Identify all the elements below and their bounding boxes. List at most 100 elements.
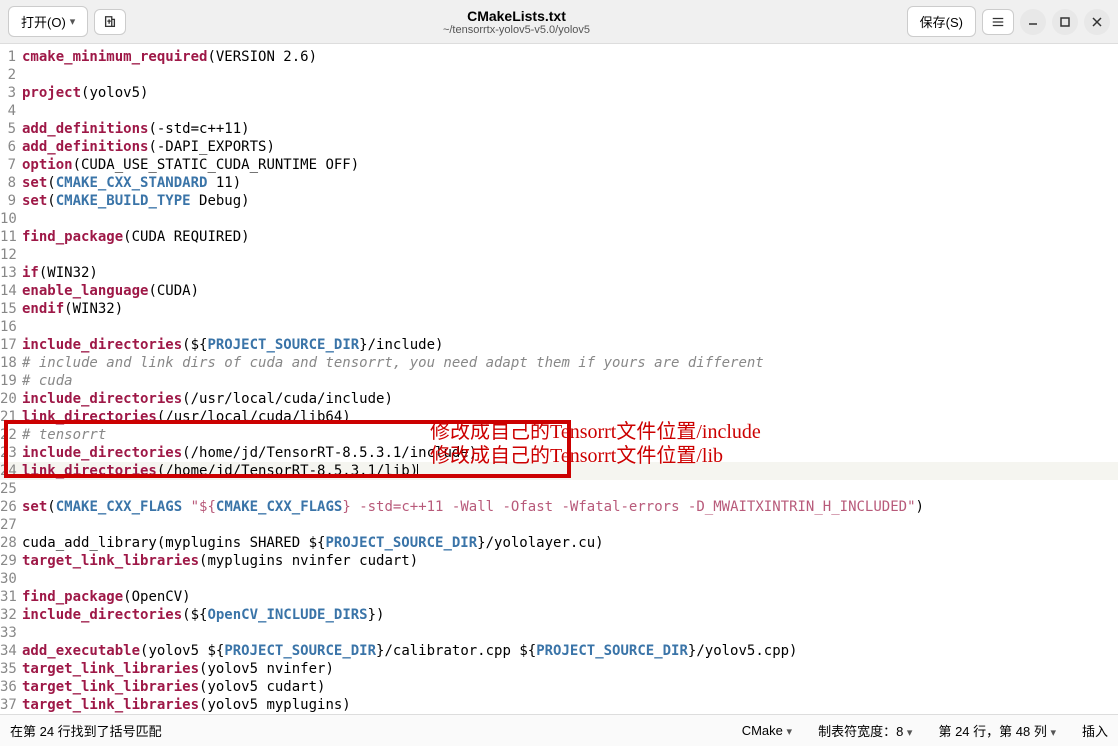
code-line[interactable]: 32include_directories(${OpenCV_INCLUDE_D… bbox=[0, 606, 1118, 624]
status-message: 在第 24 行找到了括号匹配 bbox=[10, 721, 162, 740]
line-number: 37 bbox=[0, 696, 22, 714]
line-code: set(CMAKE_CXX_STANDARD 11) bbox=[22, 174, 1118, 192]
line-code: cuda_add_library(myplugins SHARED ${PROJ… bbox=[22, 534, 1118, 552]
code-line[interactable]: 4 bbox=[0, 102, 1118, 120]
line-code: find_package(OpenCV) bbox=[22, 588, 1118, 606]
line-number: 13 bbox=[0, 264, 22, 282]
code-line[interactable]: 30 bbox=[0, 570, 1118, 588]
line-number: 24 bbox=[0, 462, 22, 480]
new-tab-icon bbox=[103, 15, 117, 29]
statusbar: 在第 24 行找到了括号匹配 CMake ▾ 制表符宽度：8 ▾ 第 24 行，… bbox=[0, 714, 1118, 746]
line-number: 20 bbox=[0, 390, 22, 408]
code-line[interactable]: 36target_link_libraries(yolov5 cudart) bbox=[0, 678, 1118, 696]
new-tab-button[interactable] bbox=[94, 9, 126, 35]
chevron-down-icon: ▾ bbox=[907, 727, 913, 739]
status-tabwidth[interactable]: 制表符宽度：8 ▾ bbox=[818, 721, 912, 740]
code-line[interactable]: 23include_directories(/home/jd/TensorRT-… bbox=[0, 444, 1118, 462]
line-code bbox=[22, 246, 1118, 264]
maximize-button[interactable] bbox=[1052, 9, 1078, 35]
line-code bbox=[22, 210, 1118, 228]
code-line[interactable]: 1cmake_minimum_required(VERSION 2.6) bbox=[0, 48, 1118, 66]
hamburger-icon bbox=[991, 15, 1005, 29]
code-line[interactable]: 34add_executable(yolov5 ${PROJECT_SOURCE… bbox=[0, 642, 1118, 660]
code-line[interactable]: 13if(WIN32) bbox=[0, 264, 1118, 282]
line-code bbox=[22, 516, 1118, 534]
code-line[interactable]: 7option(CUDA_USE_STATIC_CUDA_RUNTIME OFF… bbox=[0, 156, 1118, 174]
line-number: 30 bbox=[0, 570, 22, 588]
editor-area[interactable]: 1cmake_minimum_required(VERSION 2.6)23pr… bbox=[0, 44, 1118, 714]
code-line[interactable]: 29target_link_libraries(myplugins nvinfe… bbox=[0, 552, 1118, 570]
line-code: add_executable(yolov5 ${PROJECT_SOURCE_D… bbox=[22, 642, 1118, 660]
line-code bbox=[22, 318, 1118, 336]
code-line[interactable]: 19# cuda bbox=[0, 372, 1118, 390]
line-number: 31 bbox=[0, 588, 22, 606]
line-number: 1 bbox=[0, 48, 22, 66]
code-line[interactable]: 16 bbox=[0, 318, 1118, 336]
line-code: add_definitions(-DAPI_EXPORTS) bbox=[22, 138, 1118, 156]
status-language[interactable]: CMake ▾ bbox=[742, 723, 792, 738]
line-code: project(yolov5) bbox=[22, 84, 1118, 102]
code-line[interactable]: 26set(CMAKE_CXX_FLAGS "${CMAKE_CXX_FLAGS… bbox=[0, 498, 1118, 516]
status-mode: 插入 bbox=[1082, 721, 1108, 740]
line-code: set(CMAKE_BUILD_TYPE Debug) bbox=[22, 192, 1118, 210]
code-line[interactable]: 33 bbox=[0, 624, 1118, 642]
code-line[interactable]: 2 bbox=[0, 66, 1118, 84]
close-button[interactable] bbox=[1084, 9, 1110, 35]
line-number: 26 bbox=[0, 498, 22, 516]
line-number: 23 bbox=[0, 444, 22, 462]
code-line[interactable]: 3project(yolov5) bbox=[0, 84, 1118, 102]
code-line[interactable]: 31find_package(OpenCV) bbox=[0, 588, 1118, 606]
line-code: add_definitions(-std=c++11) bbox=[22, 120, 1118, 138]
code-line[interactable]: 11find_package(CUDA REQUIRED) bbox=[0, 228, 1118, 246]
code-line[interactable]: 20include_directories(/usr/local/cuda/in… bbox=[0, 390, 1118, 408]
line-number: 9 bbox=[0, 192, 22, 210]
line-number: 19 bbox=[0, 372, 22, 390]
save-button[interactable]: 保存(S) bbox=[907, 6, 976, 37]
code-line[interactable]: 6add_definitions(-DAPI_EXPORTS) bbox=[0, 138, 1118, 156]
status-position[interactable]: 第 24 行，第 48 列 ▾ bbox=[938, 721, 1056, 740]
code-line[interactable]: 12 bbox=[0, 246, 1118, 264]
code-line[interactable]: 28cuda_add_library(myplugins SHARED ${PR… bbox=[0, 534, 1118, 552]
line-code: target_link_libraries(yolov5 cudart) bbox=[22, 678, 1118, 696]
line-number: 34 bbox=[0, 642, 22, 660]
menu-button[interactable] bbox=[982, 9, 1014, 35]
line-number: 5 bbox=[0, 120, 22, 138]
code-line[interactable]: 17include_directories(${PROJECT_SOURCE_D… bbox=[0, 336, 1118, 354]
code-line[interactable]: 27 bbox=[0, 516, 1118, 534]
line-number: 16 bbox=[0, 318, 22, 336]
minimize-button[interactable] bbox=[1020, 9, 1046, 35]
window-subtitle: ~/tensorrtx-yolov5-v5.0/yolov5 bbox=[126, 24, 906, 36]
open-button[interactable]: 打开(O) ▾ bbox=[8, 6, 88, 37]
line-number: 10 bbox=[0, 210, 22, 228]
code-lines: 1cmake_minimum_required(VERSION 2.6)23pr… bbox=[0, 44, 1118, 714]
code-line[interactable]: 14enable_language(CUDA) bbox=[0, 282, 1118, 300]
code-line[interactable]: 9set(CMAKE_BUILD_TYPE Debug) bbox=[0, 192, 1118, 210]
line-code: include_directories(${PROJECT_SOURCE_DIR… bbox=[22, 336, 1118, 354]
code-line[interactable]: 24link_directories(/home/jd/TensorRT-8.5… bbox=[0, 462, 1118, 480]
code-line[interactable]: 37target_link_libraries(yolov5 myplugins… bbox=[0, 696, 1118, 714]
open-label: 打开(O) bbox=[21, 12, 66, 31]
line-number: 11 bbox=[0, 228, 22, 246]
line-number: 15 bbox=[0, 300, 22, 318]
maximize-icon bbox=[1060, 17, 1070, 27]
code-line[interactable]: 15endif(WIN32) bbox=[0, 300, 1118, 318]
line-code: include_directories(/home/jd/TensorRT-8.… bbox=[22, 444, 1118, 462]
line-number: 35 bbox=[0, 660, 22, 678]
line-number: 14 bbox=[0, 282, 22, 300]
chevron-down-icon: ▾ bbox=[70, 15, 76, 28]
code-line[interactable]: 8set(CMAKE_CXX_STANDARD 11) bbox=[0, 174, 1118, 192]
code-line[interactable]: 10 bbox=[0, 210, 1118, 228]
line-code: # include and link dirs of cuda and tens… bbox=[22, 354, 1118, 372]
window-title: CMakeLists.txt bbox=[126, 8, 906, 24]
code-line[interactable]: 25 bbox=[0, 480, 1118, 498]
code-line[interactable]: 18# include and link dirs of cuda and te… bbox=[0, 354, 1118, 372]
code-line[interactable]: 22# tensorrt bbox=[0, 426, 1118, 444]
line-code: target_link_libraries(yolov5 myplugins) bbox=[22, 696, 1118, 714]
line-code: endif(WIN32) bbox=[22, 300, 1118, 318]
titlebar: 打开(O) ▾ CMakeLists.txt ~/tensorrtx-yolov… bbox=[0, 0, 1118, 44]
line-number: 18 bbox=[0, 354, 22, 372]
code-line[interactable]: 35target_link_libraries(yolov5 nvinfer) bbox=[0, 660, 1118, 678]
line-number: 8 bbox=[0, 174, 22, 192]
code-line[interactable]: 5add_definitions(-std=c++11) bbox=[0, 120, 1118, 138]
code-line[interactable]: 21link_directories(/usr/local/cuda/lib64… bbox=[0, 408, 1118, 426]
